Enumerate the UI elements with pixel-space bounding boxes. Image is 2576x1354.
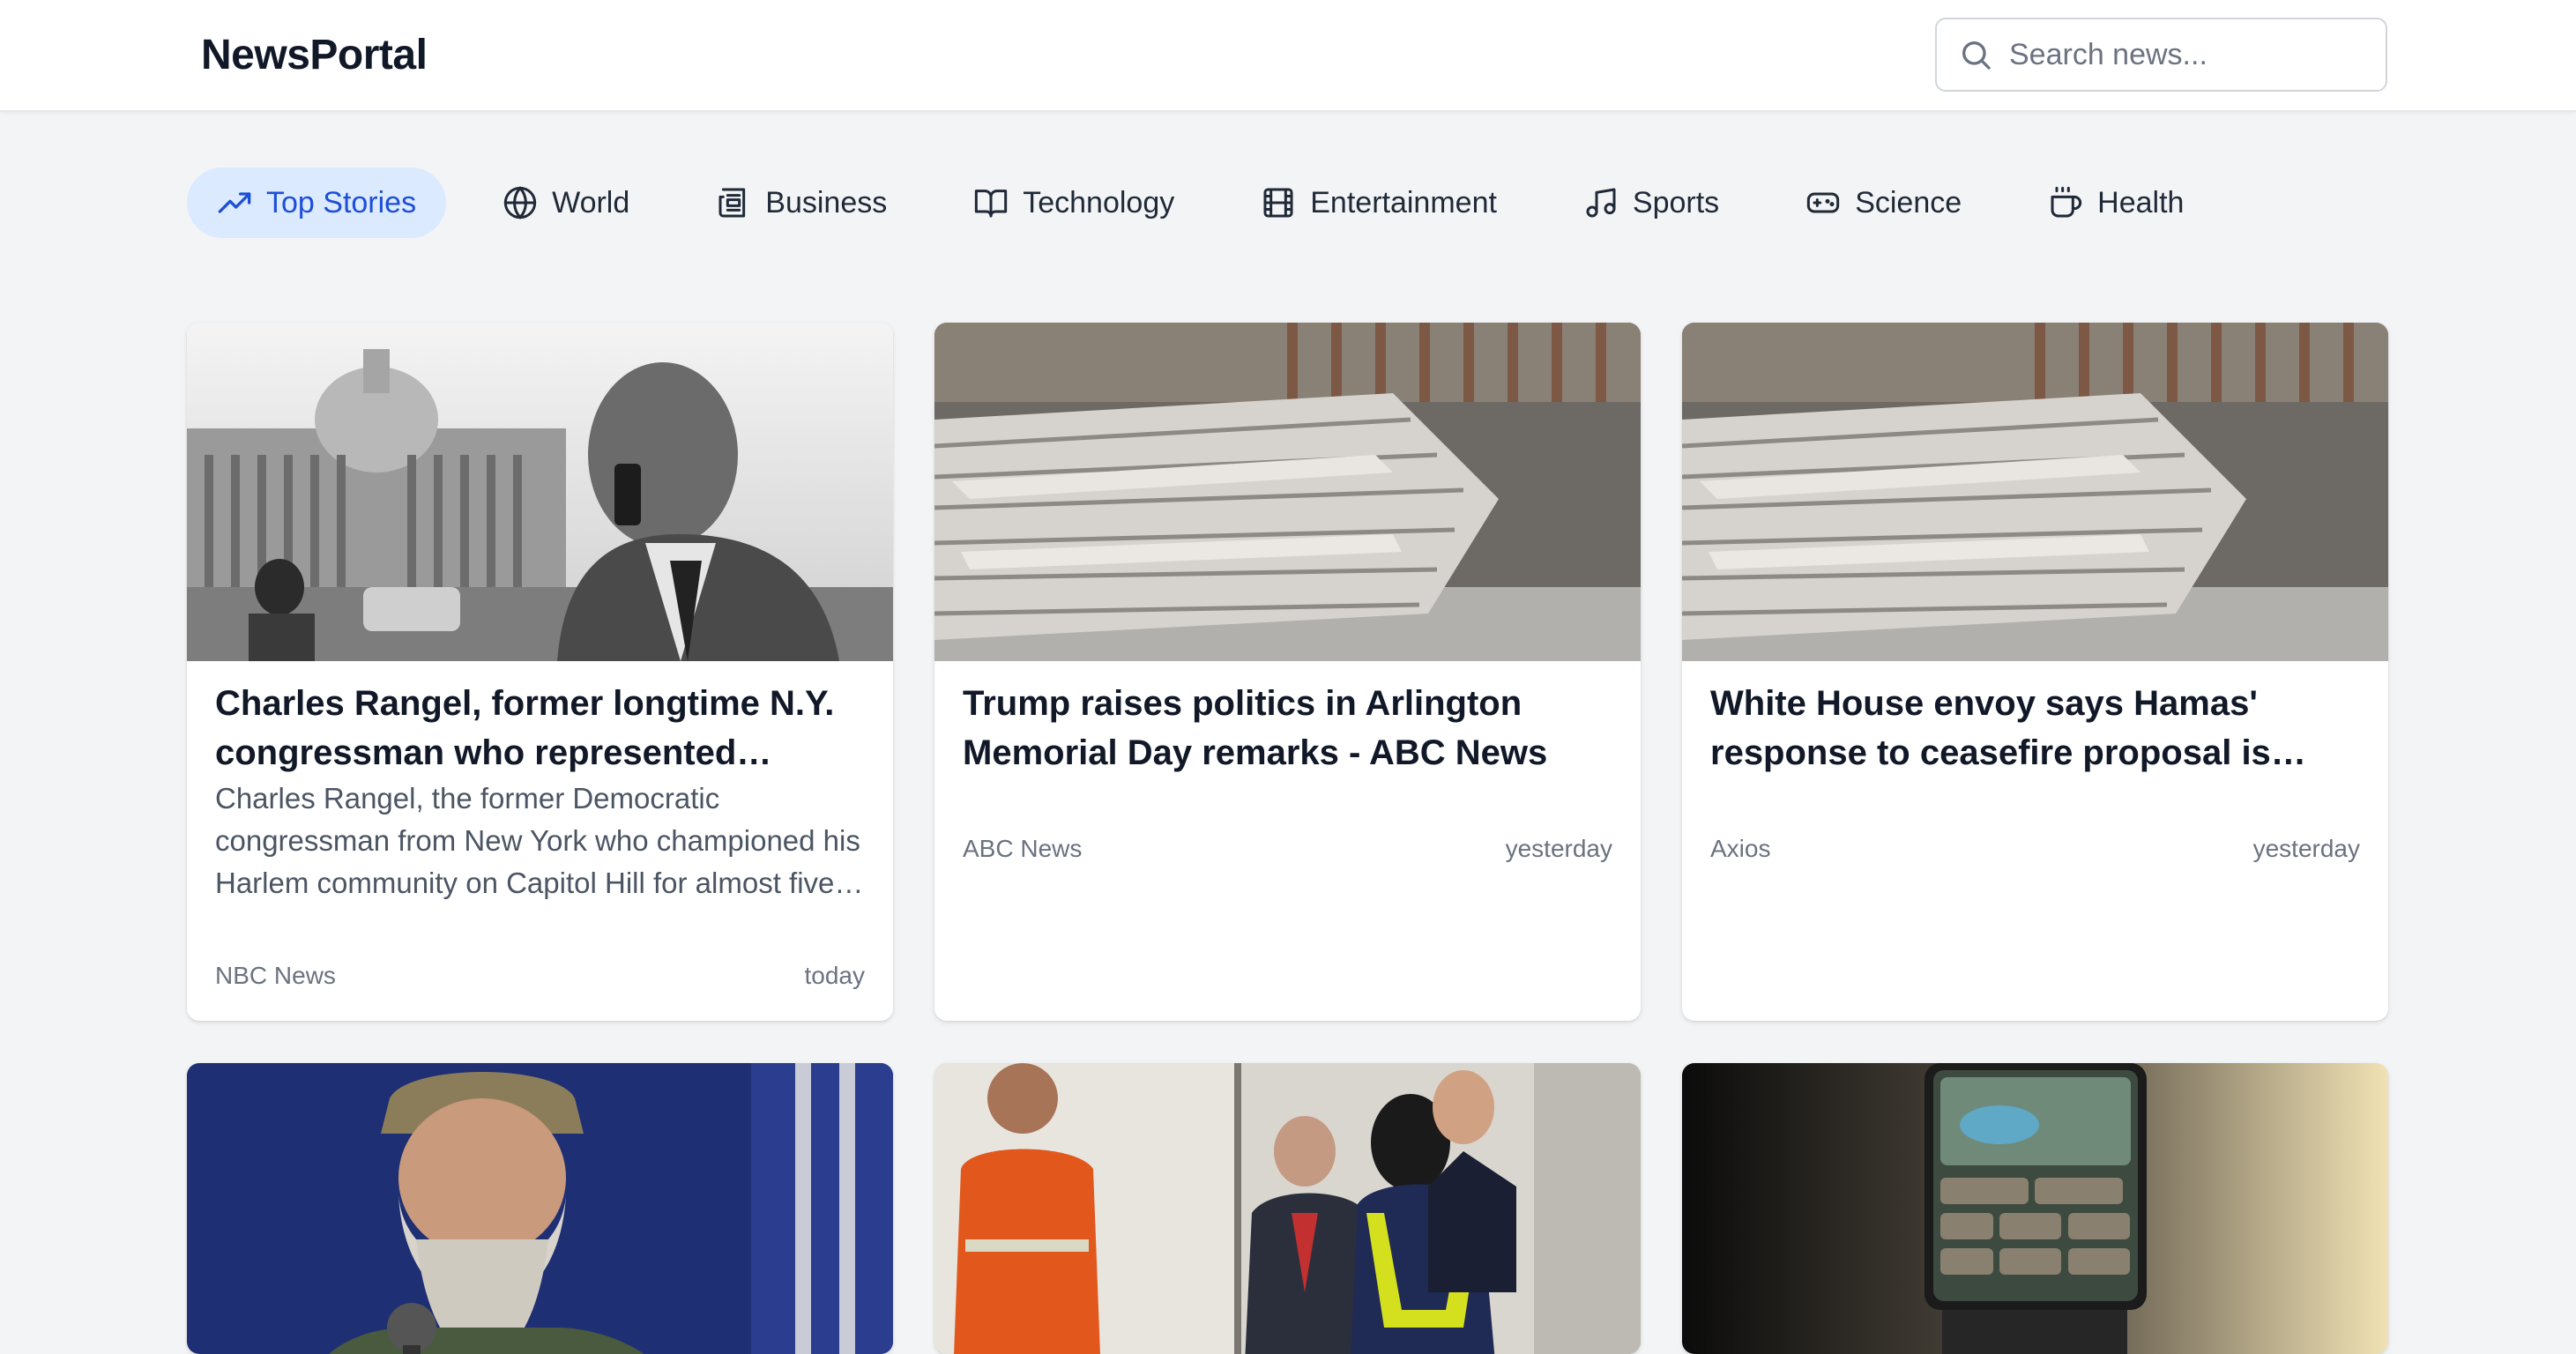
nav-item-world[interactable]: World [473,167,659,238]
nav-item-business[interactable]: Business [686,167,917,238]
book-open-icon [975,190,1008,218]
globe-icon [503,186,537,219]
nav-label: Health [2097,185,2185,219]
nav-label: World [552,185,630,219]
nav-label: Business [765,185,888,219]
article-date: yesterday [1505,835,1612,862]
nav-label: Technology [1023,185,1175,219]
article-date: today [804,962,866,989]
nav-label: Entertainment [1310,185,1497,219]
article-card[interactable] [934,1063,1641,1354]
article-source: Axios [1710,835,1771,862]
article-card[interactable] [187,1063,893,1354]
category-nav: Top Stories World Business Technology En… [187,167,2240,238]
article-title[interactable]: Trump raises politics in Arlington Memor… [963,679,1612,777]
article-date: yesterday [2252,835,2360,862]
article-source: NBC News [215,962,336,989]
trending-up-icon [218,192,251,213]
top-header: NewsPortal [0,0,2576,112]
newspaper-stack-photo [1682,323,2388,661]
newspaper-icon [718,188,746,218]
article-card[interactable] [1682,1063,2388,1354]
article-title[interactable]: Charles Rangel, former longtime N.Y. con… [215,679,865,777]
article-description: Charles Rangel, the former Democratic co… [215,782,860,899]
bearded-man-photo [187,1063,893,1354]
article-image[interactable] [1682,1063,2388,1354]
article-image[interactable] [1682,323,2388,661]
article-image[interactable] [187,1063,893,1354]
nav-item-top-stories[interactable]: Top Stories [187,167,447,238]
article-source: ABC News [963,835,1083,862]
capitol-portrait-photo [187,323,893,661]
nav-label: Top Stories [266,185,417,219]
search-icon [1962,41,1991,70]
article-image[interactable] [934,323,1641,661]
article-card[interactable]: Trump raises politics in Arlington Memor… [934,323,1641,1021]
coffee-cup-icon [2051,186,2082,218]
article-card[interactable]: White House envoy says Hamas' response t… [1682,323,2388,1021]
search-box[interactable] [1935,18,2387,92]
article-image[interactable] [934,1063,1641,1354]
nav-item-entertainment[interactable]: Entertainment [1231,167,1527,238]
article-image[interactable] [187,323,893,661]
article-card[interactable]: Charles Rangel, former longtime N.Y. con… [187,323,893,1021]
article-title[interactable]: White House envoy says Hamas' response t… [1710,679,2360,777]
nav-label: Science [1855,185,1962,219]
film-icon [1263,188,1293,218]
nav-item-health[interactable]: Health [2018,167,2214,238]
music-note-icon [1586,188,1616,218]
search-input[interactable] [2009,19,2371,90]
newspaper-stack-photo [934,323,1641,661]
nav-item-technology[interactable]: Technology [943,167,1204,238]
nav-item-sports[interactable]: Sports [1553,167,1749,238]
smart-display-photo [1682,1063,2388,1354]
nav-item-science[interactable]: Science [1776,167,1992,238]
gamepad-icon [1807,192,1840,213]
airport-crew-photo [934,1063,1641,1354]
site-logo[interactable]: NewsPortal [201,26,428,85]
nav-label: Sports [1632,185,1720,219]
